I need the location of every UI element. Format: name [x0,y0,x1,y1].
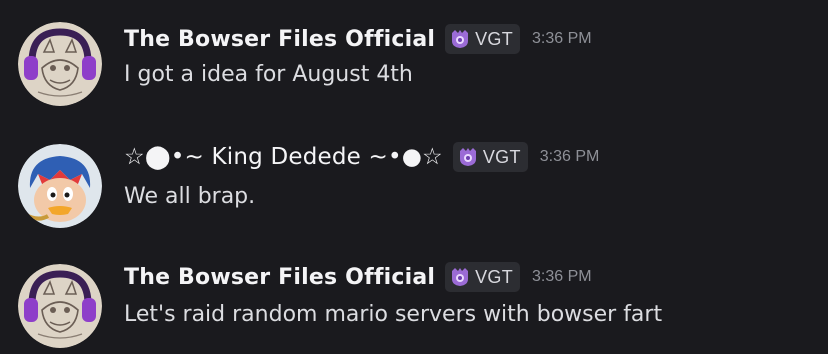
username[interactable]: The Bowser Files Official [124,265,435,290]
chat-message-list: The Bowser Files Official VGT 3:36 PM I … [0,0,828,354]
avatar-bowser-files[interactable] [18,264,102,348]
username[interactable]: ☆⬤•~ King Dedede ~•●☆ [124,144,443,170]
avatar-bowser-files[interactable] [18,22,102,106]
avatar-king-dedede[interactable] [18,144,102,228]
guild-tag-badge[interactable]: VGT [445,24,521,54]
crown-shield-icon [459,148,476,166]
guild-tag-badge[interactable]: VGT [452,142,528,172]
timestamp[interactable]: 3:36 PM [532,268,592,286]
bowser-sketch-headphones-avatar [18,264,102,348]
king-dedede-avatar [18,144,102,228]
message-header: ☆⬤•~ King Dedede ~•●☆ VGT 3:36 PM [124,140,599,174]
message-content: We all brap. [124,184,256,209]
crown-shield-icon [452,30,469,48]
message-item[interactable]: The Bowser Files Official VGT 3:36 PM I … [0,0,828,110]
message-content: Let's raid random mario servers with bow… [124,302,663,327]
message-header: The Bowser Files Official VGT 3:36 PM [124,22,592,56]
crown-shield-icon [452,268,469,286]
guild-tag-label: VGT [475,28,514,49]
message-header: The Bowser Files Official VGT 3:36 PM [124,260,592,294]
guild-tag-badge[interactable]: VGT [445,262,521,292]
message-item[interactable]: The Bowser Files Official VGT 3:36 PM Le… [0,244,828,354]
username[interactable]: The Bowser Files Official [124,27,435,52]
bowser-sketch-headphones-avatar [18,22,102,106]
timestamp[interactable]: 3:36 PM [532,30,592,48]
guild-tag-label: VGT [475,266,514,287]
timestamp[interactable]: 3:36 PM [540,148,600,166]
message-content: I got a idea for August 4th [124,62,413,87]
message-item[interactable]: ☆⬤•~ King Dedede ~•●☆ VGT 3:36 PM We all… [0,120,828,230]
guild-tag-label: VGT [482,146,521,167]
